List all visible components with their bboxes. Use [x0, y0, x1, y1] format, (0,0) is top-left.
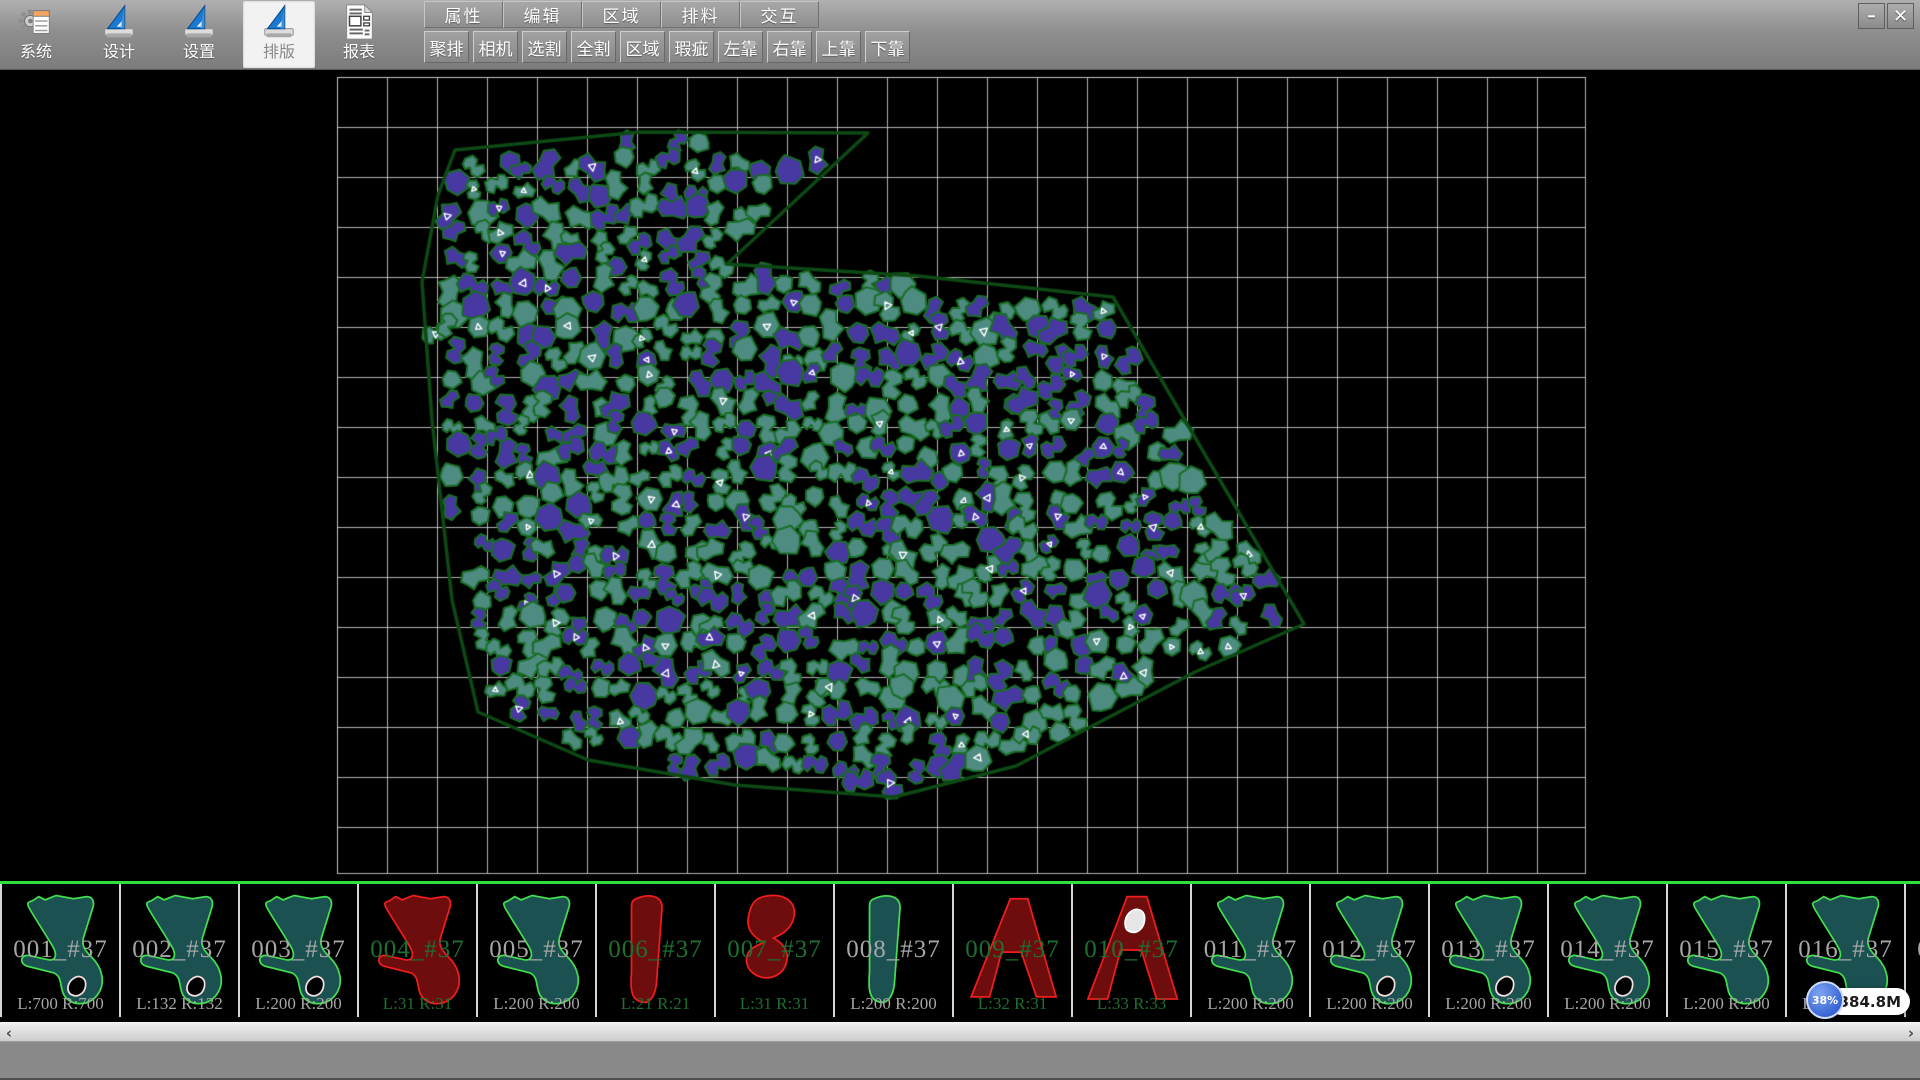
tool-button-9[interactable]: 上靠 [816, 31, 861, 63]
menu-item-4[interactable]: 排料 [661, 1, 740, 28]
part-cell-004_#37[interactable]: 004_#37L:31 R:31 [357, 884, 476, 1017]
big-button-label: 报表 [343, 42, 375, 62]
part-cell-002_#37[interactable]: 002_#37L:132 R:132 [119, 884, 238, 1017]
part-thumbnail [720, 887, 829, 1013]
big-button-label: 设计 [103, 42, 135, 62]
part-thumbnail [958, 887, 1067, 1013]
parts-list: 001_#37L:700 R:700002_#37L:132 R:132003_… [0, 884, 1920, 1017]
part-thumbnail [6, 887, 115, 1013]
menu-item-5[interactable]: 交互 [740, 1, 819, 28]
window-minimize-button[interactable]: – [1858, 3, 1885, 29]
set-square-icon [259, 2, 299, 42]
part-thumbnail [1196, 887, 1305, 1013]
main-toolbar: 系统设计设置排版报表 属性编辑区域排料交互 聚排相机选割全割区域瑕疵左靠右靠上靠… [0, 0, 1920, 70]
part-thumbnail [482, 887, 591, 1013]
part-thumbnail [125, 887, 234, 1013]
part-cell-015_#37[interactable]: 015_#37L:200 R:200 [1666, 884, 1785, 1017]
part-cell-012_#37[interactable]: 012_#37L:200 R:200 [1309, 884, 1428, 1017]
tool-button-1[interactable]: 聚排 [424, 31, 469, 63]
part-cell-011_#37[interactable]: 011_#37L:200 R:200 [1190, 884, 1309, 1017]
part-thumbnail [1434, 887, 1543, 1013]
part-cell-001_#37[interactable]: 001_#37L:700 R:700 [0, 884, 119, 1017]
set-square-icon [99, 2, 139, 42]
big-button-design[interactable]: 设计 [83, 1, 155, 68]
part-cell-005_#37[interactable]: 005_#37L:200 R:200 [476, 884, 595, 1017]
window-close-button[interactable]: ✕ [1887, 3, 1914, 29]
scroll-right-button[interactable]: › [1902, 1023, 1920, 1042]
tool-button-10[interactable]: 下靠 [865, 31, 910, 63]
big-button-layout[interactable]: 排版 [243, 1, 315, 68]
part-cell-006_#37[interactable]: 006_#37L:21 R:21 [595, 884, 714, 1017]
part-thumbnail [1910, 887, 1920, 1013]
part-cell-003_#37[interactable]: 003_#37L:200 R:200 [238, 884, 357, 1017]
part-thumbnail [601, 887, 710, 1013]
big-button-settings[interactable]: 设置 [163, 1, 235, 68]
tool-button-7[interactable]: 左靠 [718, 31, 763, 63]
tool-button-8[interactable]: 右靠 [767, 31, 812, 63]
part-thumbnail [363, 887, 472, 1013]
part-thumbnail [244, 887, 353, 1013]
tool-button-4[interactable]: 全割 [571, 31, 616, 63]
system-gear-icon [16, 2, 56, 42]
horizontal-scrollbar[interactable]: ‹ › [0, 1022, 1920, 1041]
parts-strip: 001_#37L:700 R:700002_#37L:132 R:132003_… [0, 881, 1920, 1022]
tool-button-3[interactable]: 选割 [522, 31, 567, 63]
part-cell-014_#37[interactable]: 014_#37L:200 R:200 [1547, 884, 1666, 1017]
part-thumbnail [839, 887, 948, 1013]
part-cell-010_#37[interactable]: 010_#37L:33 R:33 [1071, 884, 1190, 1017]
menu-row-1: 属性编辑区域排料交互 [424, 1, 819, 28]
menu-row-2: 聚排相机选割全割区域瑕疵左靠右靠上靠下靠 [424, 31, 910, 63]
tool-button-5[interactable]: 区域 [620, 31, 665, 63]
tool-button-2[interactable]: 相机 [473, 31, 518, 63]
status-bar [0, 1041, 1920, 1078]
menu-item-1[interactable]: 属性 [424, 1, 503, 28]
part-thumbnail [1077, 887, 1186, 1013]
menu-item-3[interactable]: 区域 [582, 1, 661, 28]
part-cell-009_#37[interactable]: 009_#37L:32 R:31 [952, 884, 1071, 1017]
big-button-label: 系统 [20, 42, 52, 62]
part-thumbnail [1672, 887, 1781, 1013]
big-button-report[interactable]: 报表 [323, 1, 395, 68]
report-doc-icon [339, 2, 379, 42]
set-square-icon [179, 2, 219, 42]
part-thumbnail [1553, 887, 1662, 1013]
progress-badge: 38% [1806, 981, 1844, 1019]
scroll-left-button[interactable]: ‹ [0, 1023, 18, 1042]
part-cell-013_#37[interactable]: 013_#37L:200 R:200 [1428, 884, 1547, 1017]
menu-item-2[interactable]: 编辑 [503, 1, 582, 28]
big-button-label: 设置 [183, 42, 215, 62]
tool-button-6[interactable]: 瑕疵 [669, 31, 714, 63]
part-cell-007_#37[interactable]: 007_#37L:31 R:31 [714, 884, 833, 1017]
app-window: 系统设计设置排版报表 属性编辑区域排料交互 聚排相机选割全割区域瑕疵左靠右靠上靠… [0, 0, 1920, 1080]
part-thumbnail [1315, 887, 1424, 1013]
big-button-label: 排版 [263, 42, 295, 62]
big-button-system[interactable]: 系统 [0, 1, 72, 68]
nesting-canvas[interactable] [0, 70, 1920, 881]
part-cell-008_#37[interactable]: 008_#37L:200 R:200 [833, 884, 952, 1017]
